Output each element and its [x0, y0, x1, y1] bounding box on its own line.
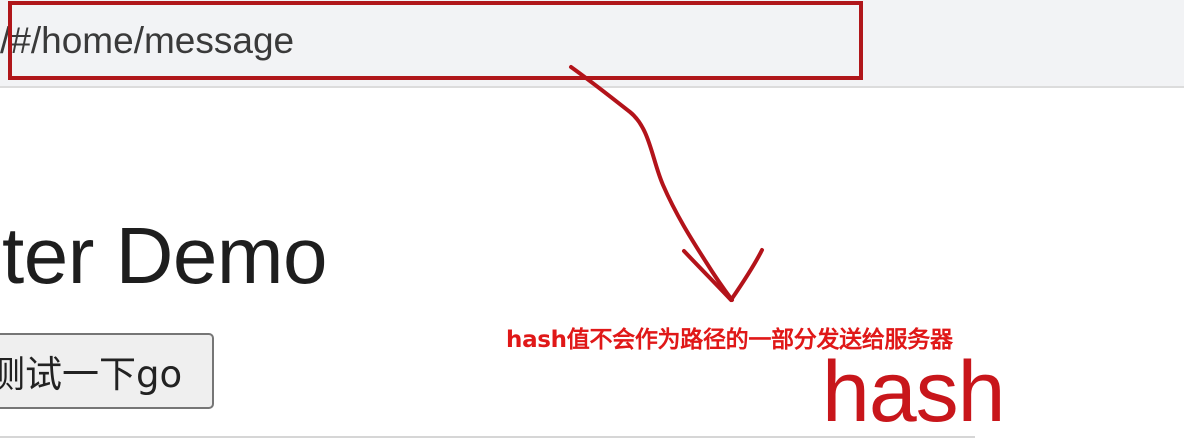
annotation-arrow-icon [569, 65, 764, 302]
annotation-hash-label: hash [822, 344, 1005, 440]
